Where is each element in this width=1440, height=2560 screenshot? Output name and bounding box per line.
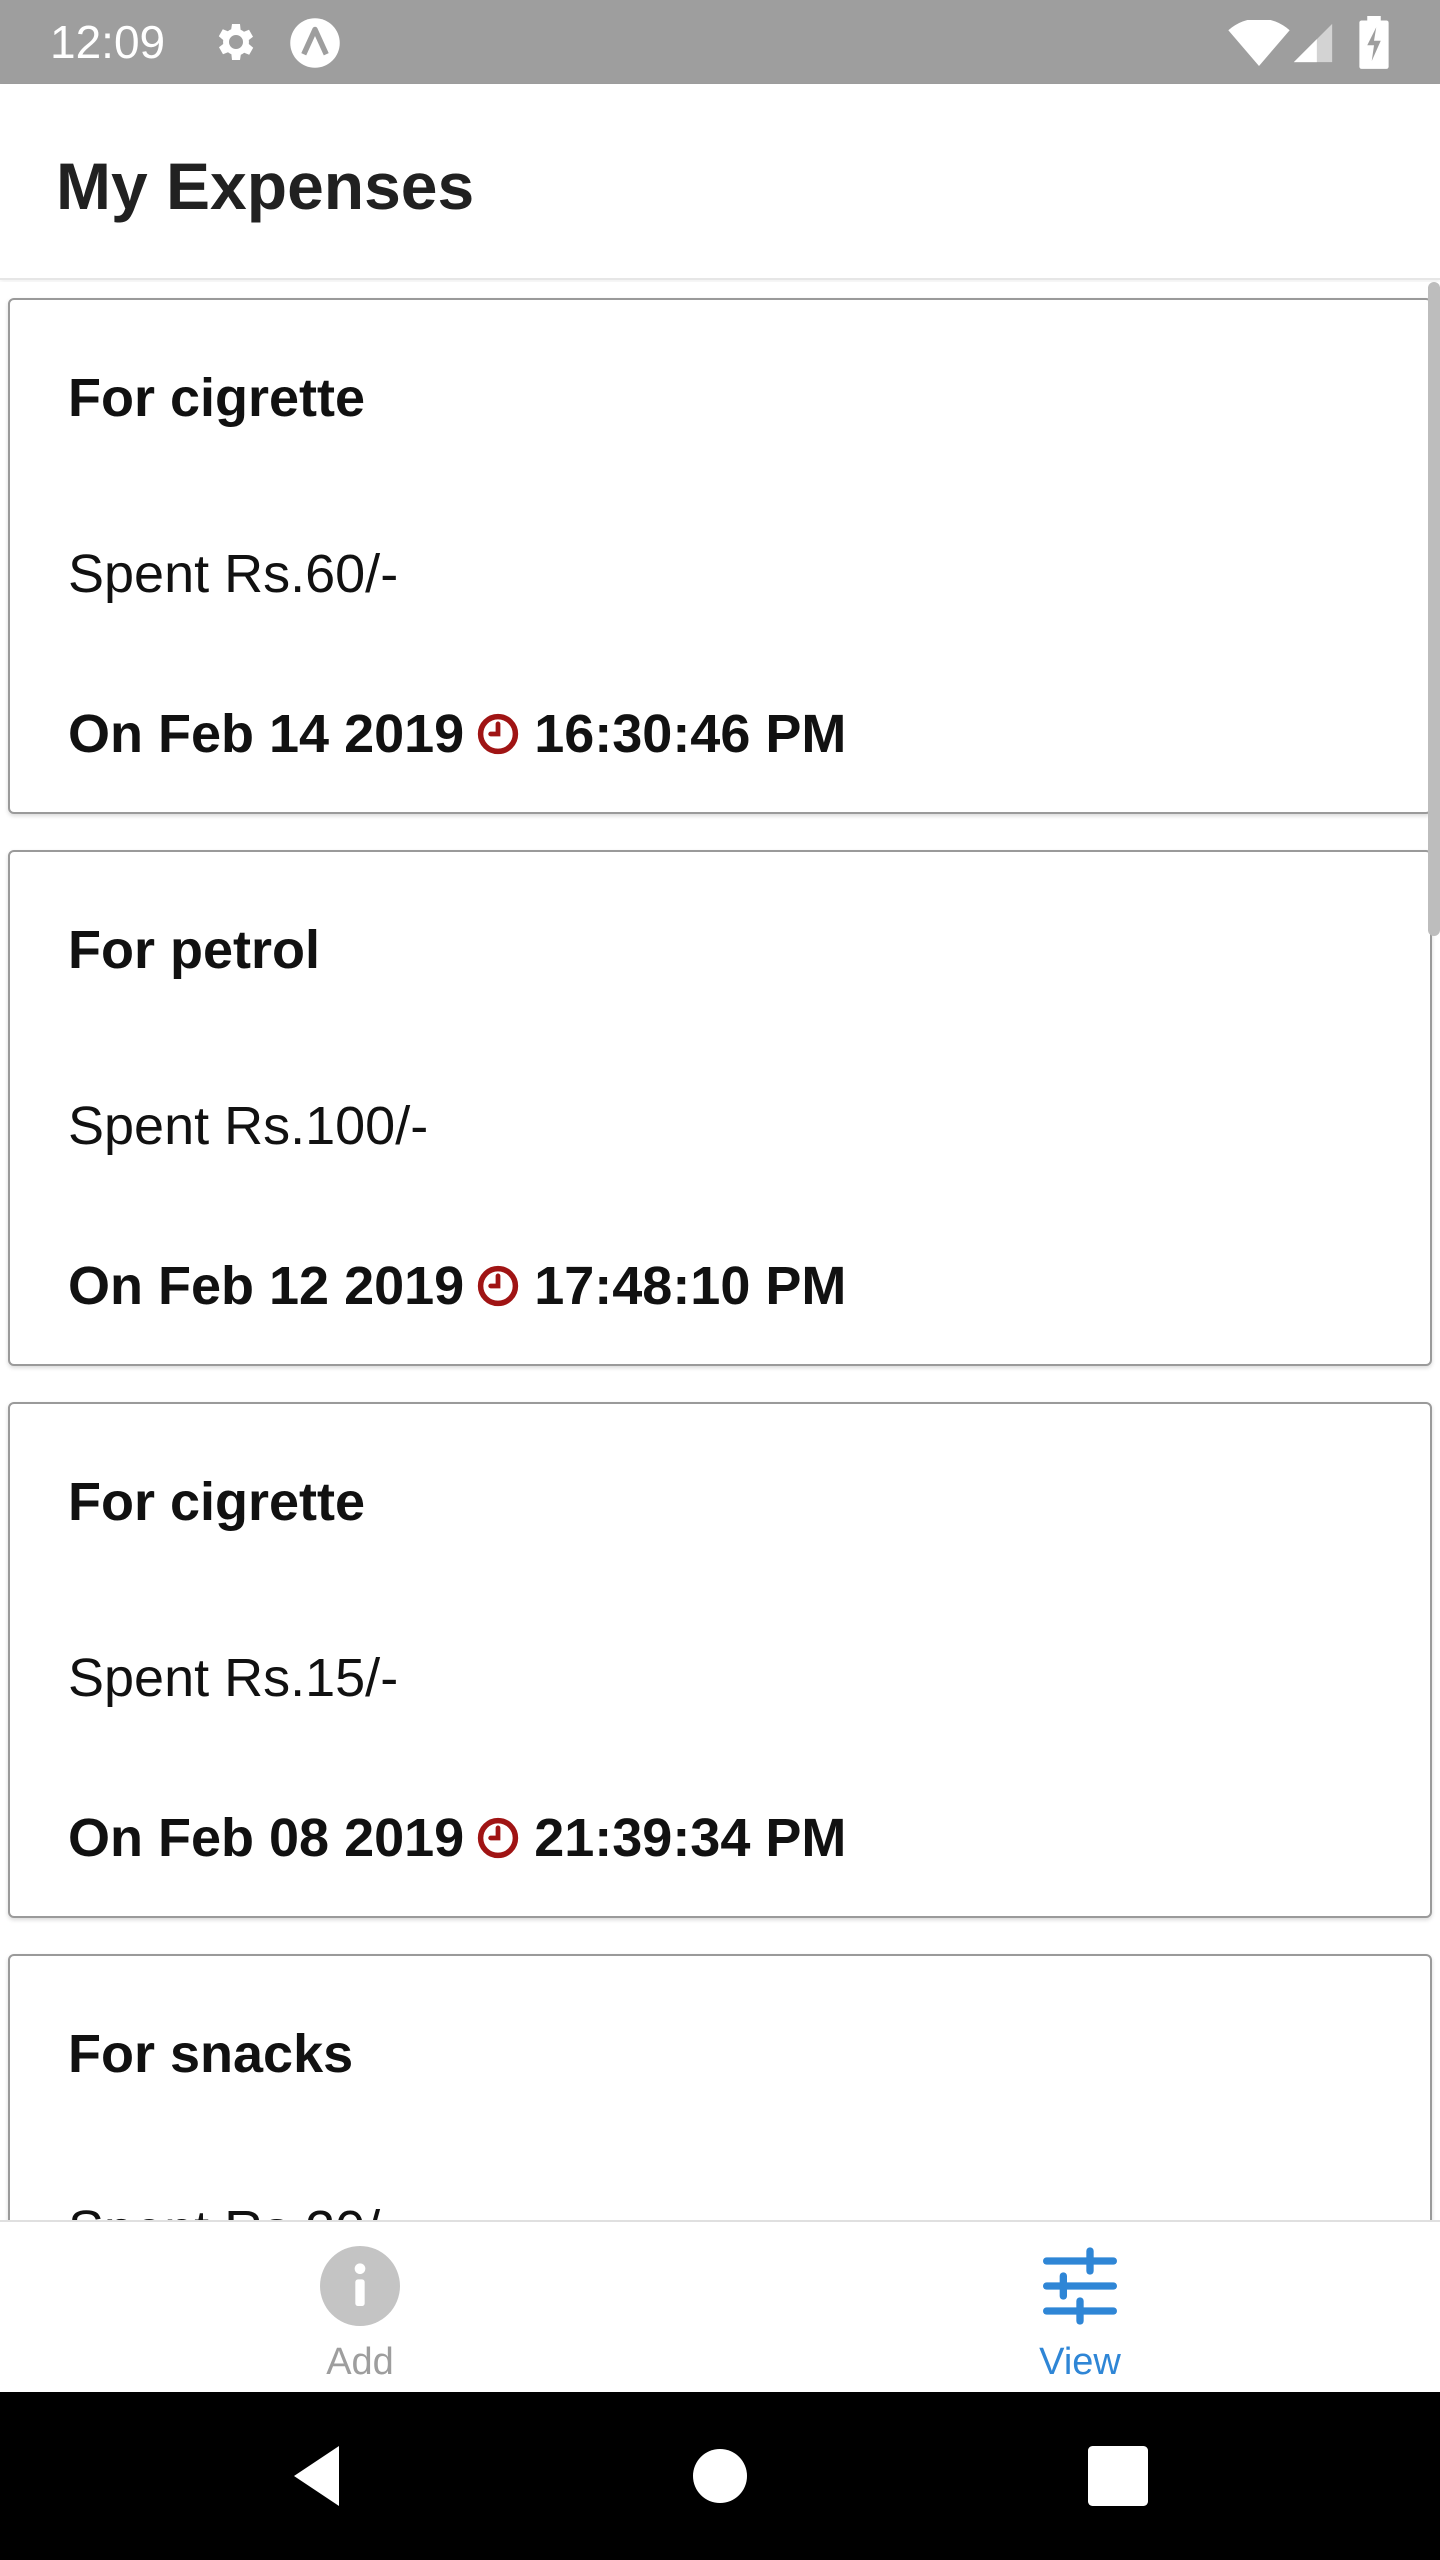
expense-amount: Spent Rs.100/-: [68, 1096, 429, 1156]
bottom-tab-bar: Add View: [0, 2220, 1440, 2392]
sliders-icon: [1043, 2247, 1117, 2325]
expense-time: 21:39:34 PM: [534, 1808, 847, 1868]
info-icon: [320, 2246, 400, 2326]
expense-card[interactable]: For petrol Spent Rs.100/- On Feb 12 2019…: [8, 850, 1432, 1366]
tab-add[interactable]: Add: [0, 2222, 720, 2394]
expense-card[interactable]: For cigrette Spent Rs.15/- On Feb 08 201…: [8, 1402, 1432, 1918]
tab-view[interactable]: View: [720, 2222, 1440, 2394]
expense-time: 16:30:46 PM: [534, 704, 847, 764]
home-icon[interactable]: [684, 2440, 756, 2512]
clock-icon: [478, 1265, 519, 1307]
tab-add-label: Add: [326, 2341, 394, 2383]
expense-amount: Spent Rs.60/-: [68, 544, 399, 604]
expense-datetime: On Feb 08 2019 21:39:34 PM: [68, 1806, 846, 1870]
expense-date: On Feb 12 2019: [68, 1256, 465, 1316]
clock-icon: [478, 713, 519, 755]
back-icon[interactable]: [282, 2440, 354, 2512]
clock-icon: [478, 1817, 519, 1859]
status-bar: 12:09: [0, 0, 1440, 84]
expense-card[interactable]: For cigrette Spent Rs.60/- On Feb 14 201…: [8, 298, 1432, 814]
wifi-icon: [1228, 20, 1290, 66]
expense-datetime: On Feb 14 2019 16:30:46 PM: [68, 702, 846, 766]
expense-datetime: On Feb 12 2019 17:48:10 PM: [68, 1254, 846, 1318]
scrollbar[interactable]: [1428, 282, 1440, 936]
page-title: My Expenses: [56, 149, 475, 223]
gear-icon: [218, 24, 254, 60]
signal-icon: [1293, 23, 1333, 63]
app-header: My Expenses: [0, 84, 1440, 280]
expense-date: On Feb 08 2019: [68, 1808, 465, 1868]
system-nav-bar: [0, 2392, 1440, 2560]
expo-icon: [290, 18, 340, 68]
battery-charging-icon: [1359, 16, 1389, 69]
expense-date: On Feb 14 2019: [68, 704, 465, 764]
recents-icon[interactable]: [1082, 2440, 1154, 2512]
expense-title: For snacks: [68, 2024, 354, 2084]
expense-title: For cigrette: [68, 368, 366, 428]
status-time: 12:09: [50, 16, 166, 68]
expense-title: For cigrette: [68, 1472, 366, 1532]
expense-amount: Spent Rs.15/-: [68, 1648, 399, 1708]
expense-time: 17:48:10 PM: [534, 1256, 847, 1316]
expense-card[interactable]: For snacks Spent Rs.20/-: [8, 1954, 1432, 2220]
expense-amount: Spent Rs.20/-: [68, 2198, 398, 2220]
expense-list[interactable]: For cigrette Spent Rs.60/- On Feb 14 201…: [0, 282, 1440, 2220]
expense-title: For petrol: [68, 920, 320, 980]
tab-view-label: View: [1039, 2341, 1121, 2383]
